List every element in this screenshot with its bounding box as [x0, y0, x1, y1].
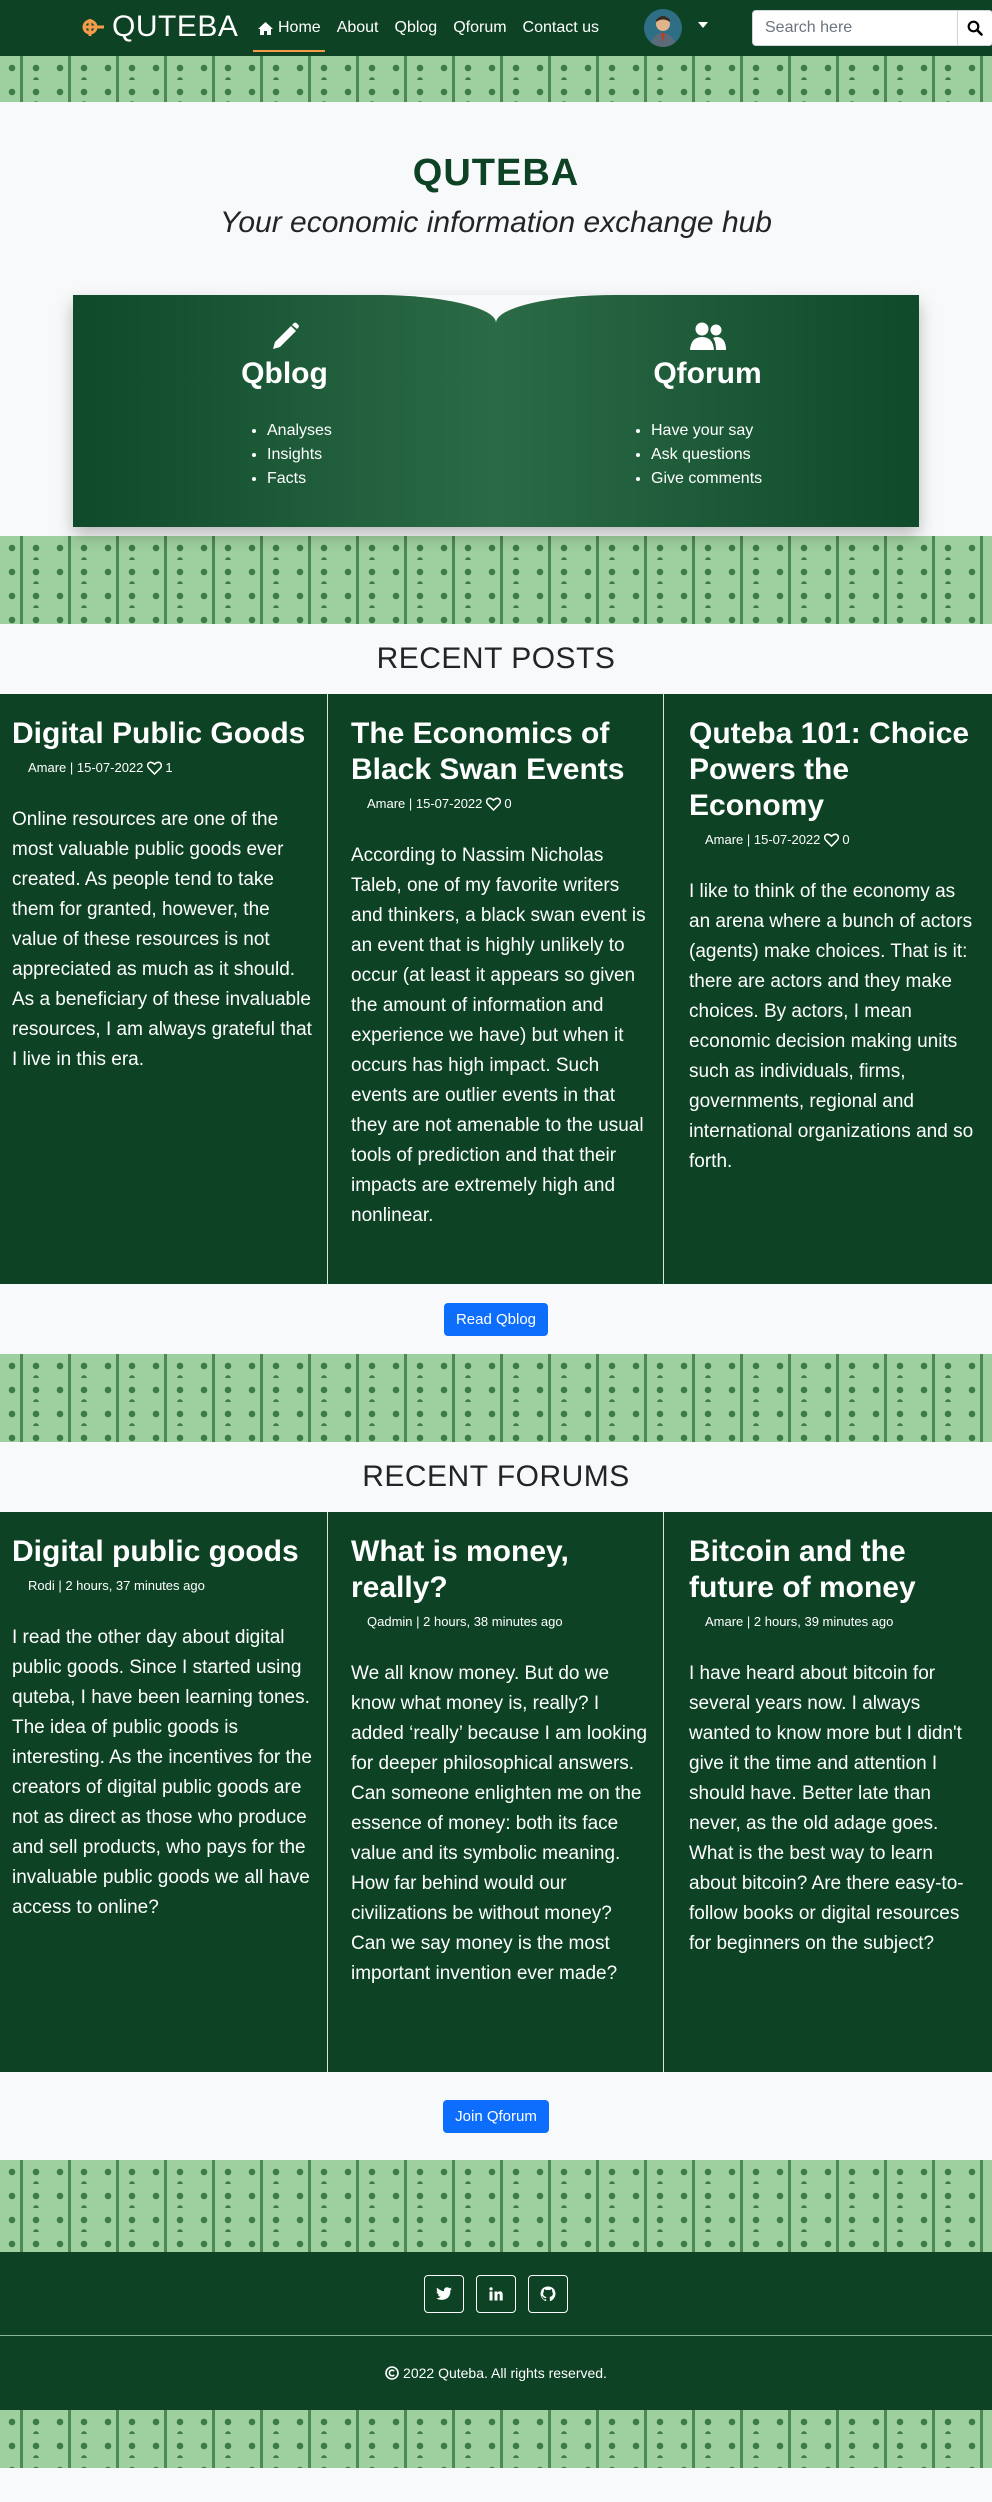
qblog-page[interactable]: Qblog Analyses Insights Facts	[73, 295, 496, 527]
brand-name: QUTEBA	[112, 10, 239, 43]
forum-meta: Rodi | 2 hours, 37 minutes ago	[28, 1578, 205, 1593]
forum-title[interactable]: Bitcoin and the future of money	[689, 1534, 978, 1606]
heart-icon[interactable]	[147, 761, 163, 775]
post-likes: 0	[504, 796, 512, 811]
post-likes: 0	[842, 832, 850, 847]
post-meta: Amare | 15-07-2022 0	[367, 796, 649, 811]
forum-title[interactable]: What is money, really?	[351, 1534, 649, 1606]
nav-about[interactable]: About	[329, 4, 387, 52]
qforum-feature: Give comments	[651, 467, 762, 491]
search-button[interactable]	[957, 10, 992, 46]
forum-cards: Digital public goods Rodi | 2 hours, 37 …	[0, 1512, 992, 2072]
forum-card[interactable]: Bitcoin and the future of money Amare | …	[664, 1512, 992, 2072]
copyright-icon	[385, 2366, 399, 2380]
qblog-title: Qblog	[241, 357, 328, 390]
qforum-title: Qforum	[653, 357, 762, 390]
github-icon	[540, 2286, 556, 2301]
hero-title: QUTEBA	[412, 152, 580, 194]
forum-card[interactable]: What is money, really? Qadmin | 2 hours,…	[328, 1512, 664, 2072]
post-card[interactable]: Digital Public Goods Amare | 15-07-2022 …	[0, 694, 328, 1284]
join-qforum-button[interactable]: Join Qforum	[443, 2099, 549, 2133]
post-card[interactable]: Quteba 101: Choice Powers the Economy Am…	[664, 694, 992, 1284]
post-author-date: Amare | 15-07-2022	[705, 832, 821, 847]
navbar: QUTEBA Home About Qblog Qforum Contact u…	[0, 0, 992, 56]
twitter-button[interactable]	[424, 2274, 464, 2313]
linkedin-icon	[489, 2286, 503, 2300]
post-excerpt: Online resources are one of the most val…	[12, 809, 312, 1070]
pencil-icon	[73, 321, 496, 353]
quteba-logo-icon	[80, 16, 108, 38]
user-avatar[interactable]	[644, 9, 682, 47]
post-card[interactable]: The Economics of Black Swan Events Amare…	[328, 694, 664, 1284]
qforum-features: Have your say Ask questions Give comment…	[651, 419, 762, 491]
search-icon	[967, 20, 983, 36]
heart-icon[interactable]	[824, 833, 840, 847]
qforum-page[interactable]: Qforum Have your say Ask questions Give …	[496, 295, 919, 527]
feature-book: Qblog Analyses Insights Facts Qforum Hav…	[73, 295, 919, 527]
post-cards: Digital Public Goods Amare | 15-07-2022 …	[0, 694, 992, 1284]
post-excerpt: According to Nassim Nicholas Taleb, one …	[351, 845, 646, 1226]
user-menu-caret-icon[interactable]	[698, 22, 708, 28]
post-likes: 1	[165, 760, 173, 775]
search-form	[752, 10, 992, 46]
nav-links: Home About Qblog Qforum Contact us	[249, 0, 607, 56]
copyright: 2022 Quteba. All rights reserved.	[0, 2336, 992, 2410]
copyright-text: 2022 Quteba. All rights reserved.	[403, 2365, 607, 2381]
forum-meta: Amare | 2 hours, 39 minutes ago	[705, 1614, 894, 1629]
decorative-pattern	[0, 2410, 992, 2468]
linkedin-button[interactable]	[476, 2274, 516, 2313]
post-meta: Amare | 15-07-2022 1	[28, 760, 315, 775]
github-button[interactable]	[528, 2274, 568, 2313]
home-icon	[257, 21, 274, 36]
decorative-pattern	[0, 56, 992, 102]
post-title[interactable]: Digital Public Goods	[12, 716, 315, 752]
nav-home-label: Home	[278, 19, 321, 36]
search-input[interactable]	[752, 10, 957, 46]
brand-logo[interactable]: QUTEBA	[80, 10, 238, 44]
post-excerpt: I like to think of the economy as an are…	[689, 881, 974, 1172]
post-title[interactable]: Quteba 101: Choice Powers the Economy	[689, 716, 978, 824]
qblog-feature: Insights	[267, 443, 332, 467]
recent-posts-heading: RECENT POSTS	[376, 642, 616, 675]
footer: 2022 Quteba. All rights reserved.	[0, 2252, 992, 2410]
recent-forums: RECENT FORUMS Digital public goods Rodi …	[0, 1442, 992, 2160]
post-title[interactable]: The Economics of Black Swan Events	[351, 716, 649, 788]
forum-meta: Qadmin | 2 hours, 38 minutes ago	[367, 1614, 563, 1629]
forum-excerpt: I have heard about bitcoin for several y…	[689, 1663, 964, 1954]
hero-tagline: Your economic information exchange hub	[219, 206, 772, 239]
forum-title[interactable]: Digital public goods	[12, 1534, 315, 1570]
post-author-date: Amare | 15-07-2022	[28, 760, 144, 775]
recent-forums-heading: RECENT FORUMS	[362, 1460, 630, 1493]
qblog-features: Analyses Insights Facts	[267, 419, 332, 491]
nav-home[interactable]: Home	[249, 4, 329, 52]
post-meta: Amare | 15-07-2022 0	[705, 832, 978, 847]
decorative-pattern	[0, 1354, 992, 1442]
qblog-feature: Facts	[267, 467, 332, 491]
read-qblog-button[interactable]: Read Qblog	[443, 1302, 549, 1336]
posts-cta: Read Qblog	[0, 1284, 992, 1354]
decorative-pattern	[0, 2160, 992, 2252]
forum-excerpt: We all know money. But do we know what m…	[351, 1663, 648, 1984]
qforum-feature: Have your say	[651, 419, 762, 443]
forum-excerpt: I read the other day about digital publi…	[12, 1627, 312, 1918]
twitter-icon	[436, 2286, 452, 2300]
heart-icon[interactable]	[486, 797, 502, 811]
forums-cta: Join Qforum	[0, 2072, 992, 2160]
hero: QUTEBA Your economic information exchang…	[0, 102, 992, 536]
users-icon	[496, 321, 919, 351]
forum-card[interactable]: Digital public goods Rodi | 2 hours, 37 …	[0, 1512, 328, 2072]
recent-posts: RECENT POSTS Digital Public Goods Amare …	[0, 624, 992, 1354]
nav-qblog[interactable]: Qblog	[387, 4, 446, 52]
nav-contact[interactable]: Contact us	[515, 4, 607, 52]
qforum-feature: Ask questions	[651, 443, 762, 467]
social-links	[0, 2252, 992, 2336]
post-author-date: Amare | 15-07-2022	[367, 796, 483, 811]
decorative-pattern	[0, 536, 992, 624]
nav-qforum[interactable]: Qforum	[445, 4, 514, 52]
qblog-feature: Analyses	[267, 419, 332, 443]
